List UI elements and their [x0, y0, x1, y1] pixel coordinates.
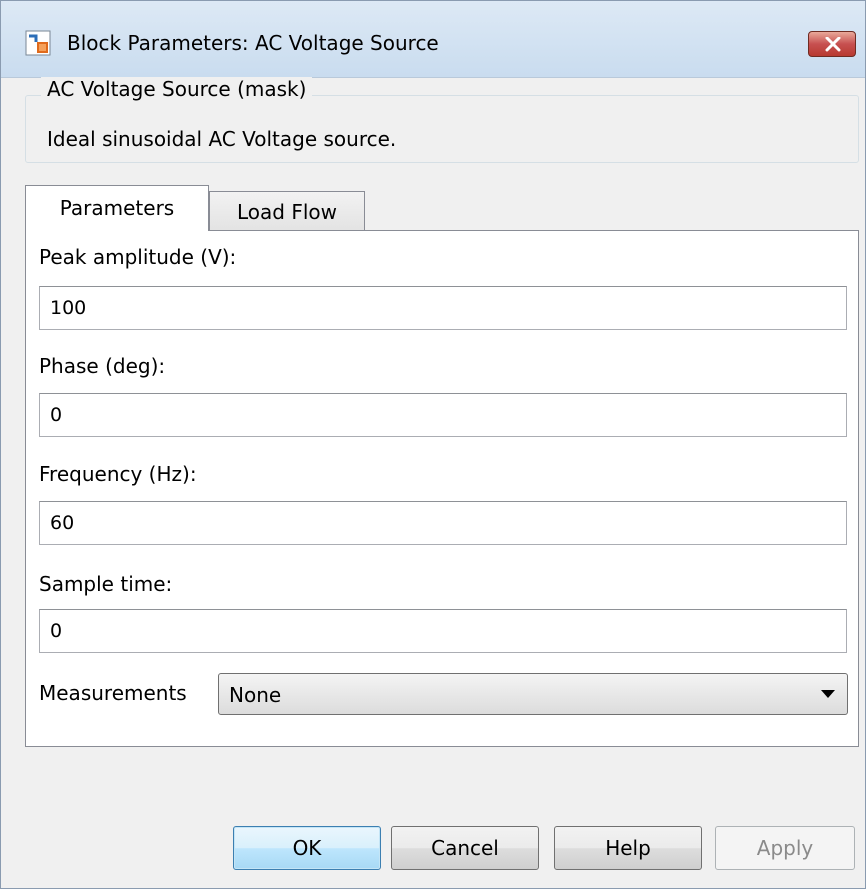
mask-description: Ideal sinusoidal AC Voltage source.: [47, 127, 397, 151]
block-parameters-dialog: Block Parameters: AC Voltage Source AC V…: [0, 0, 866, 889]
peak-amplitude-label: Peak amplitude (V):: [39, 245, 237, 269]
frequency-label: Frequency (Hz):: [39, 462, 197, 486]
mask-title: AC Voltage Source (mask): [41, 77, 313, 101]
measurements-label: Measurements: [39, 681, 187, 705]
peak-amplitude-input[interactable]: [39, 286, 847, 330]
measurements-selected-value: None: [229, 683, 282, 707]
apply-button[interactable]: Apply: [715, 826, 855, 870]
dropdown-arrow-icon: [821, 690, 835, 698]
phase-label: Phase (deg):: [39, 354, 166, 378]
cancel-button[interactable]: Cancel: [391, 826, 539, 870]
sample-time-input[interactable]: [39, 609, 847, 653]
ok-button[interactable]: OK: [233, 826, 381, 870]
phase-input[interactable]: [39, 393, 847, 437]
close-x-icon: [825, 37, 841, 52]
simulink-block-icon: [25, 28, 53, 58]
tab-load-flow[interactable]: Load Flow: [209, 191, 365, 231]
help-button[interactable]: Help: [554, 826, 702, 870]
tab-parameters[interactable]: Parameters: [25, 185, 209, 231]
measurements-dropdown[interactable]: None: [218, 673, 848, 715]
title-bar[interactable]: Block Parameters: AC Voltage Source: [1, 1, 865, 78]
sample-time-label: Sample time:: [39, 572, 173, 596]
window-title: Block Parameters: AC Voltage Source: [67, 31, 439, 55]
frequency-input[interactable]: [39, 501, 847, 545]
close-button[interactable]: [808, 31, 856, 57]
